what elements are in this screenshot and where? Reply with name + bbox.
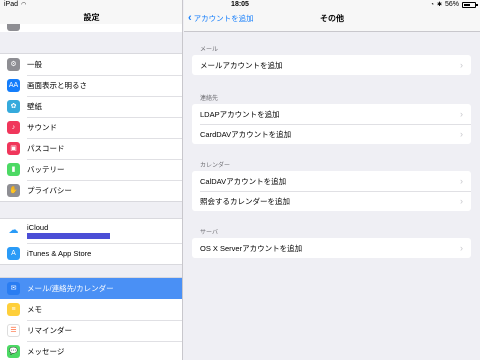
row-label: OS X Serverアカウントを追加	[200, 243, 303, 253]
sidebar-item-label: サウンド	[27, 123, 57, 132]
sidebar-item-partial[interactable]	[0, 24, 182, 32]
sidebar-item[interactable]: ✉ メール/連絡先/カレンダー	[0, 278, 182, 299]
wallpaper-icon: ✿	[7, 100, 20, 113]
partial-icon	[7, 24, 20, 31]
section-card: メールアカウントを追加 ›	[192, 55, 471, 75]
sidebar-item[interactable]: AA 画面表示と明るさ	[0, 75, 182, 96]
app-store-icon: A	[7, 247, 20, 260]
sidebar-item-label: バッテリー	[27, 165, 65, 174]
section-header: カレンダー	[200, 163, 231, 169]
status-time: 18:05	[231, 1, 249, 8]
sidebar-item[interactable]: ☰ リマインダー	[0, 320, 182, 341]
sidebar-item-icloud[interactable]: ☁ iCloud	[0, 219, 182, 243]
gear-icon: ⚙	[7, 58, 20, 71]
page-title: その他	[320, 14, 344, 23]
settings-sidebar: 設定 ⚙ 一般 AA 画面表示と明るさ ✿ 壁紙 ♪ サウンド ▣ パスコード ▮ バッテリー ✋ プライ…	[0, 0, 183, 360]
section-header: メール	[200, 47, 219, 53]
chevron-right-icon: ›	[460, 176, 463, 186]
sidebar-item[interactable]: ≡ メモ	[0, 299, 182, 320]
orientation-lock-icon: ◔	[430, 1, 434, 8]
messages-icon: 💬	[7, 345, 20, 358]
hand-icon: ✋	[7, 184, 20, 197]
detail-pane: ‹ アカウントを追加 その他 メール メールアカウントを追加 › 連絡先 LDAPアカウ…	[184, 0, 480, 360]
sidebar-item[interactable]: ▣ パスコード	[0, 138, 182, 159]
status-bar: iPad ◠ 18:05 ◔ ✱ 56%	[0, 0, 480, 10]
row-label: LDAPアカウントを追加	[200, 109, 280, 119]
sidebar-title: 設定	[83, 13, 100, 22]
notes-icon: ≡	[7, 303, 20, 316]
sidebar-item[interactable]: 💬 メッセージ	[0, 341, 182, 360]
sidebar-item-itunes[interactable]: A iTunes & App Store	[0, 243, 182, 264]
chevron-right-icon: ›	[460, 60, 463, 70]
sidebar-item-label: リマインダー	[27, 326, 72, 335]
bluetooth-icon: ✱	[436, 2, 442, 8]
section-header: サーバ	[200, 230, 218, 236]
sound-icon: ♪	[7, 121, 20, 134]
section-card: OS X Serverアカウントを追加 ›	[192, 238, 471, 258]
section-card: LDAPアカウントを追加 › CardDAVアカウントを追加 ›	[192, 104, 471, 144]
battery-icon: ▮	[7, 163, 20, 176]
sidebar-group-general: ⚙ 一般 AA 画面表示と明るさ ✿ 壁紙 ♪ サウンド ▣ パスコード ▮ バッテリー ✋ プライバシー	[0, 53, 182, 202]
add-account-row[interactable]: 照会するカレンダーを追加 ›	[192, 191, 471, 211]
sidebar-item[interactable]: ✿ 壁紙	[0, 96, 182, 117]
sidebar-item-label: 壁紙	[27, 102, 42, 111]
row-label: CalDAVアカウントを追加	[200, 176, 287, 186]
sidebar-group-apps: ✉ メール/連絡先/カレンダー ≡ メモ ☰ リマインダー 💬 メッセージ	[0, 277, 182, 360]
cloud-icon: ☁	[7, 224, 20, 238]
add-account-row[interactable]: メールアカウントを追加 ›	[192, 55, 471, 75]
sidebar-item-label: メッセージ	[27, 347, 65, 356]
sidebar-item-label: メール/連絡先/カレンダー	[27, 284, 114, 293]
sidebar-item-label: 一般	[27, 60, 42, 69]
add-account-row[interactable]: LDAPアカウントを追加 ›	[192, 104, 471, 124]
chevron-right-icon: ›	[460, 243, 463, 253]
chevron-right-icon: ›	[460, 196, 463, 206]
reminders-icon: ☰	[7, 324, 20, 337]
section-header: 連絡先	[200, 96, 219, 102]
mail-icon: ✉	[7, 282, 20, 295]
display-icon: AA	[7, 79, 20, 92]
sidebar-item-label: パスコード	[27, 144, 65, 153]
sidebar-item-label: iCloud	[27, 223, 49, 232]
sidebar-item-label: メモ	[27, 305, 42, 314]
row-label: CardDAVアカウントを追加	[200, 129, 292, 139]
section-card: CalDAVアカウントを追加 › 照会するカレンダーを追加 ›	[192, 171, 471, 211]
sidebar-item-label: iTunes & App Store	[27, 249, 92, 258]
battery-percent: 56%	[444, 1, 459, 8]
add-account-row[interactable]: CalDAVアカウントを追加 ›	[192, 171, 471, 191]
add-account-row[interactable]: OS X Serverアカウントを追加 ›	[192, 238, 471, 258]
add-account-row[interactable]: CardDAVアカウントを追加 ›	[192, 124, 471, 144]
chevron-right-icon: ›	[460, 129, 463, 139]
sidebar-item[interactable]: ⚙ 一般	[0, 54, 182, 75]
row-label: 照会するカレンダーを追加	[200, 196, 290, 206]
chevron-right-icon: ›	[460, 109, 463, 119]
sidebar-item-label: プライバシー	[27, 186, 72, 195]
sidebar-item[interactable]: ♪ サウンド	[0, 117, 182, 138]
battery-icon	[462, 1, 478, 8]
redacted-account	[27, 233, 110, 239]
row-label: メールアカウントを追加	[200, 60, 283, 70]
sidebar-group-accounts: ☁ iCloud A iTunes & App Store	[0, 218, 182, 265]
sidebar-item[interactable]: ✋ プライバシー	[0, 180, 182, 201]
lock-icon: ▣	[7, 142, 20, 155]
sidebar-item-label: 画面表示と明るさ	[27, 81, 87, 90]
sidebar-item[interactable]: ▮ バッテリー	[0, 159, 182, 180]
